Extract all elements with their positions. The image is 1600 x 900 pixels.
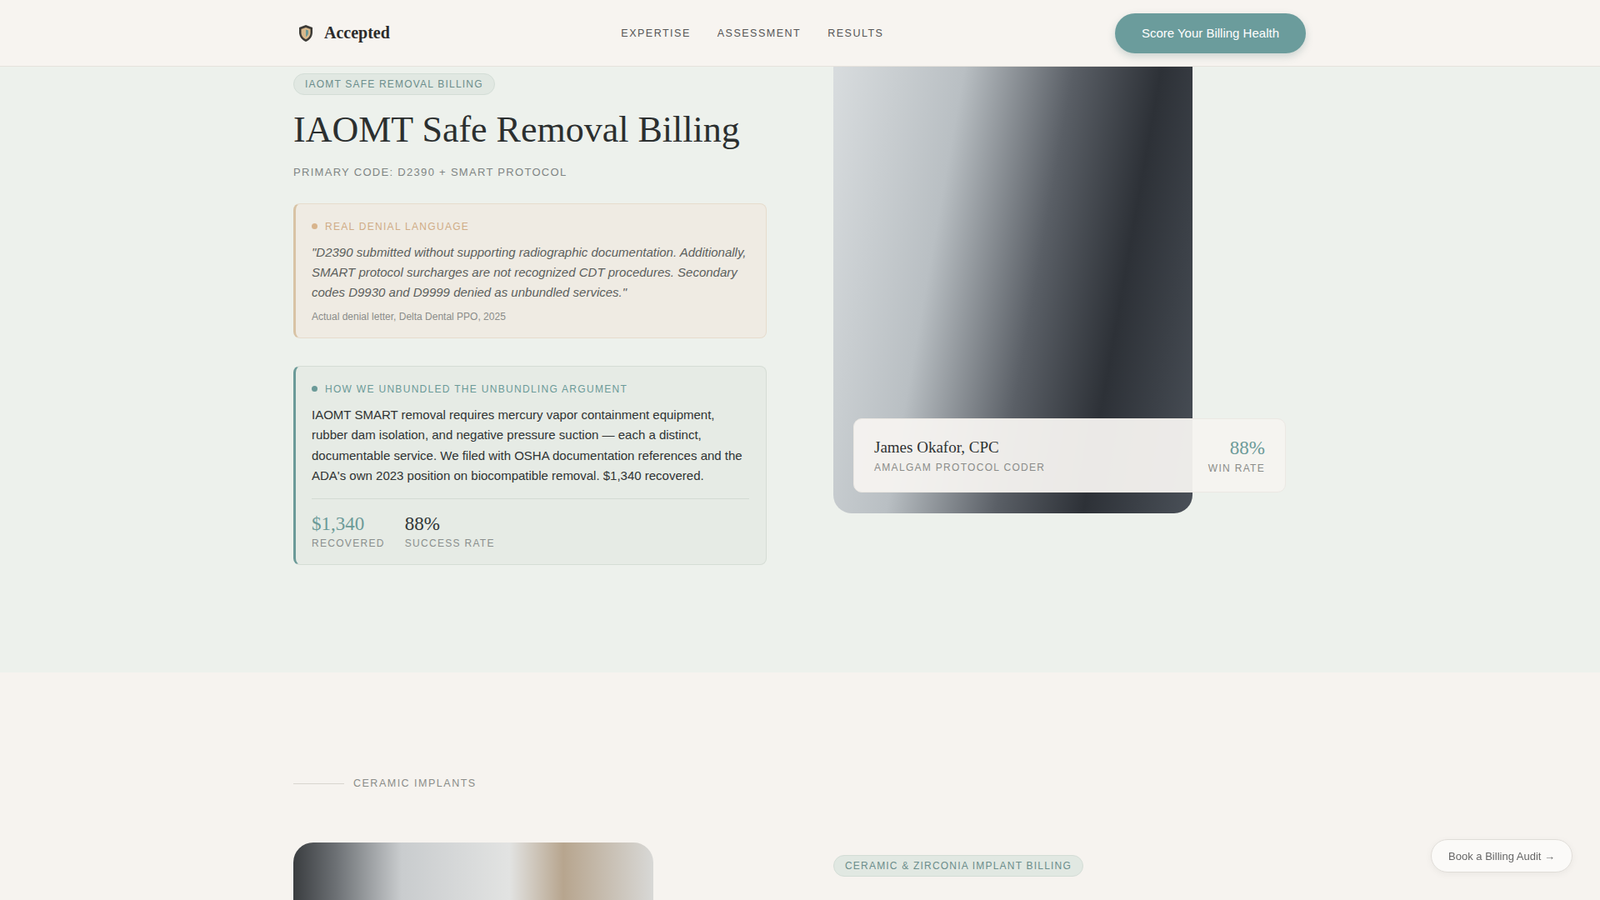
- ceramic-section: CERAMIC IMPLANTS CERAMIC & ZIRCONIA IMPLA…: [0, 672, 1600, 900]
- score-button[interactable]: Score Your Billing Health: [1115, 13, 1306, 54]
- win-rate-value: 88%: [1208, 437, 1265, 460]
- solution-body: IAOMT SMART removal requires mercury vap…: [311, 405, 750, 487]
- book-audit-button[interactable]: Book a Billing Audit →: [1430, 839, 1573, 873]
- nav-link[interactable]: EXPERTISE: [620, 27, 690, 40]
- section-eyebrow: CERAMIC IMPLANTS: [293, 777, 1307, 790]
- win-rate-label: WIN RATE: [1208, 462, 1265, 475]
- solution-label: HOW WE UNBUNDLED THE UNBUNDLING ARGUMENT: [311, 383, 750, 395]
- stat-value: 88%: [405, 512, 495, 536]
- header: Accepted EXPERTISE ASSESSMENT RESULTS Score …: [0, 0, 1600, 67]
- dot-icon: [311, 385, 318, 392]
- denial-label: REAL DENIAL LANGUAGE: [311, 220, 750, 233]
- eyebrow-line: [293, 783, 345, 785]
- denial-quote: "D2390 submitted without supporting radi…: [311, 242, 750, 303]
- nav-link[interactable]: RESULTS: [827, 27, 884, 40]
- hero-content: IAOMT SAFE REMOVAL BILLING IAOMT Safe Rem…: [293, 66, 767, 565]
- stats: $1,340RECOVERED 88%SUCCESS RATE: [311, 498, 750, 550]
- denial-source: Actual denial letter, Delta Dental PPO, …: [311, 310, 750, 323]
- implant-photo: [293, 842, 654, 900]
- stat: 88%SUCCESS RATE: [405, 512, 495, 550]
- shield-icon: [297, 24, 315, 43]
- coder-name: James Okafor, CPC: [874, 438, 1045, 457]
- page: Accepted EXPERTISE ASSESSMENT RESULTS Score …: [0, 0, 1600, 900]
- denial-card: REAL DENIAL LANGUAGE "D2390 submitted wit…: [293, 203, 767, 339]
- nav-link[interactable]: ASSESSMENT: [717, 27, 801, 40]
- stat-value: $1,340: [311, 512, 385, 536]
- hero-section: IAOMT SAFE REMOVAL BILLING IAOMT Safe Rem…: [0, 66, 1600, 673]
- implant-badge: CERAMIC & ZIRCONIA IMPLANT BILLING: [833, 855, 1084, 877]
- nav: EXPERTISE ASSESSMENT RESULTS: [620, 27, 884, 40]
- solution-card: HOW WE UNBUNDLED THE UNBUNDLING ARGUMENT…: [293, 365, 767, 566]
- dot-icon: [311, 223, 318, 230]
- logo[interactable]: Accepted: [293, 23, 390, 43]
- logo-text: Accepted: [324, 23, 390, 43]
- hero-title: IAOMT Safe Removal Billing: [293, 108, 767, 153]
- hero-badge: IAOMT SAFE REMOVAL BILLING: [293, 73, 495, 95]
- coder-card: James Okafor, CPC AMALGAM PROTOCOL CODER 8…: [853, 418, 1286, 493]
- stat-label: RECOVERED: [311, 537, 385, 550]
- coder-role: AMALGAM PROTOCOL CODER: [874, 461, 1045, 474]
- primary-code: PRIMARY CODE: D2390 + SMART PROTOCOL: [293, 165, 767, 179]
- coder-figure: James Okafor, CPCAMALGAM PROTOCOL CODER8…: [833, 66, 1193, 514]
- stat-label: SUCCESS RATE: [405, 537, 495, 550]
- stat: $1,340RECOVERED: [311, 512, 385, 550]
